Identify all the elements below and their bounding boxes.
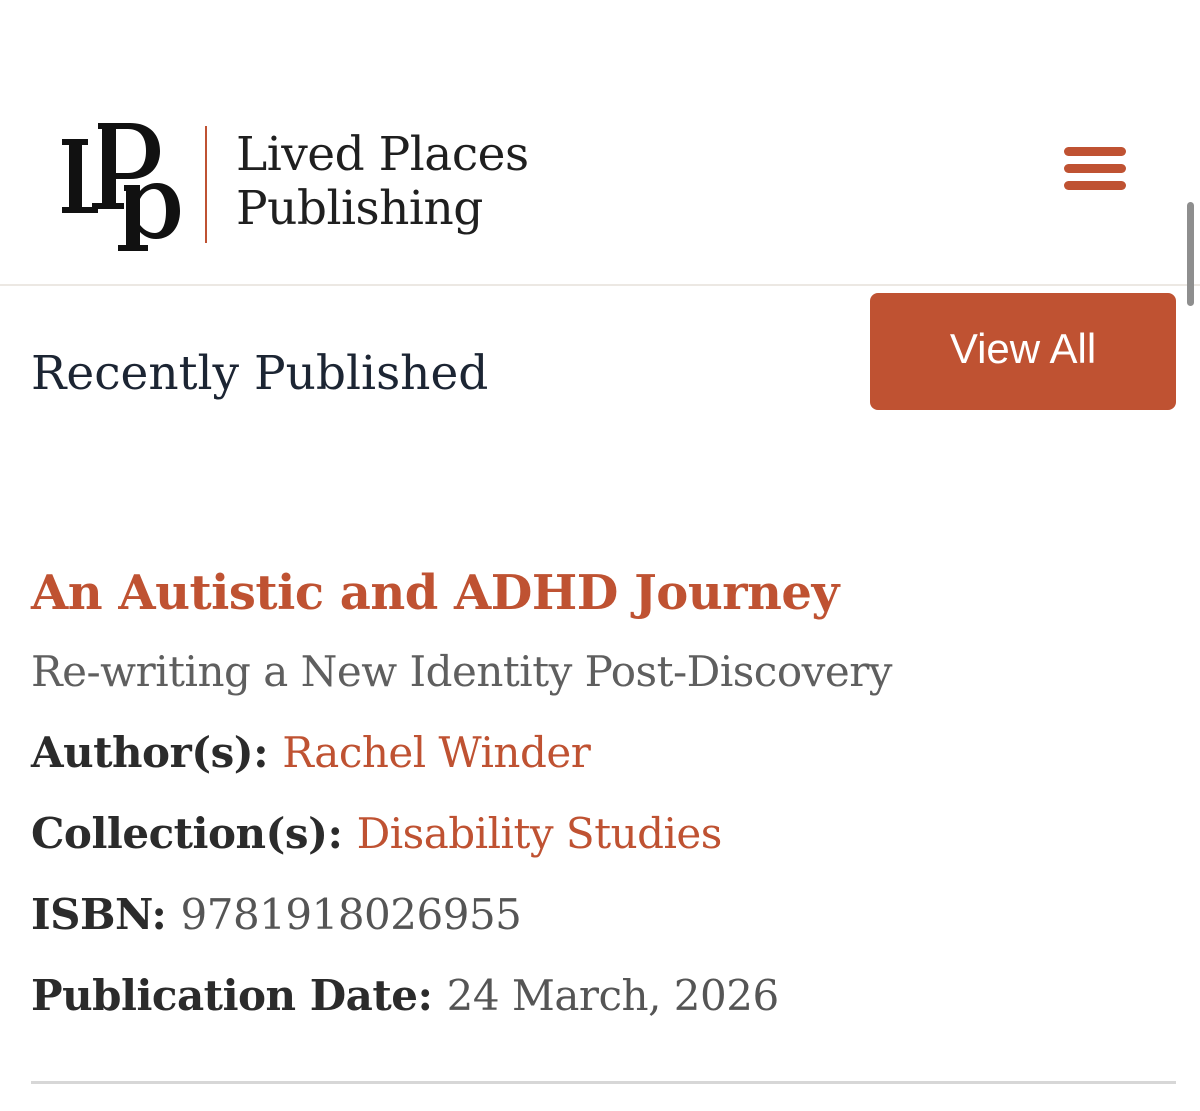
publication-date-row: Publication Date: 24 March, 2026: [31, 970, 1176, 1022]
logo-line-2: Publishing: [236, 181, 483, 236]
logo-link[interactable]: Lived Places Publishing: [0, 0, 560, 286]
author-row: Author(s): Rachel Winder: [31, 727, 1176, 779]
collection-row: Collection(s): Disability Studies: [31, 808, 1176, 860]
section-divider: [31, 1081, 1176, 1084]
isbn-row: ISBN: 9781918026955: [31, 889, 1176, 941]
book-card: An Autistic and ADHD Journey Re-writing …: [31, 560, 1176, 1022]
site-header: Lived Places Publishing: [0, 0, 1200, 286]
scrollbar-thumb[interactable]: [1187, 202, 1194, 306]
hamburger-menu-icon[interactable]: [1060, 143, 1130, 195]
book-subtitle: Re-writing a New Identity Post-Discovery: [31, 647, 893, 696]
author-label: Author(s):: [31, 728, 283, 777]
book-meta: Author(s): Rachel Winder Collection(s): …: [31, 727, 1176, 1022]
publication-date-label: Publication Date:: [31, 971, 447, 1020]
isbn-label: ISBN:: [31, 890, 181, 939]
logo-wordmark: Lived Places Publishing: [236, 128, 529, 236]
menu-bar-top: [1064, 147, 1126, 156]
view-all-button[interactable]: View All: [870, 293, 1176, 410]
book-title-link[interactable]: An Autistic and ADHD Journey: [31, 560, 1176, 626]
logo-line-1: Lived Places: [236, 127, 529, 182]
collection-link[interactable]: Disability Studies: [357, 809, 723, 858]
lpp-logo-mark: [62, 123, 180, 251]
logo-divider: [205, 126, 207, 243]
menu-bar-bottom: [1064, 181, 1126, 190]
author-link[interactable]: Rachel Winder: [282, 728, 591, 777]
section-title: Recently Published: [31, 346, 489, 401]
collection-label: Collection(s):: [31, 809, 357, 858]
menu-bar-middle: [1064, 164, 1126, 173]
publication-date-value: 24 March, 2026: [446, 971, 780, 1020]
isbn-value: 9781918026955: [180, 890, 522, 939]
